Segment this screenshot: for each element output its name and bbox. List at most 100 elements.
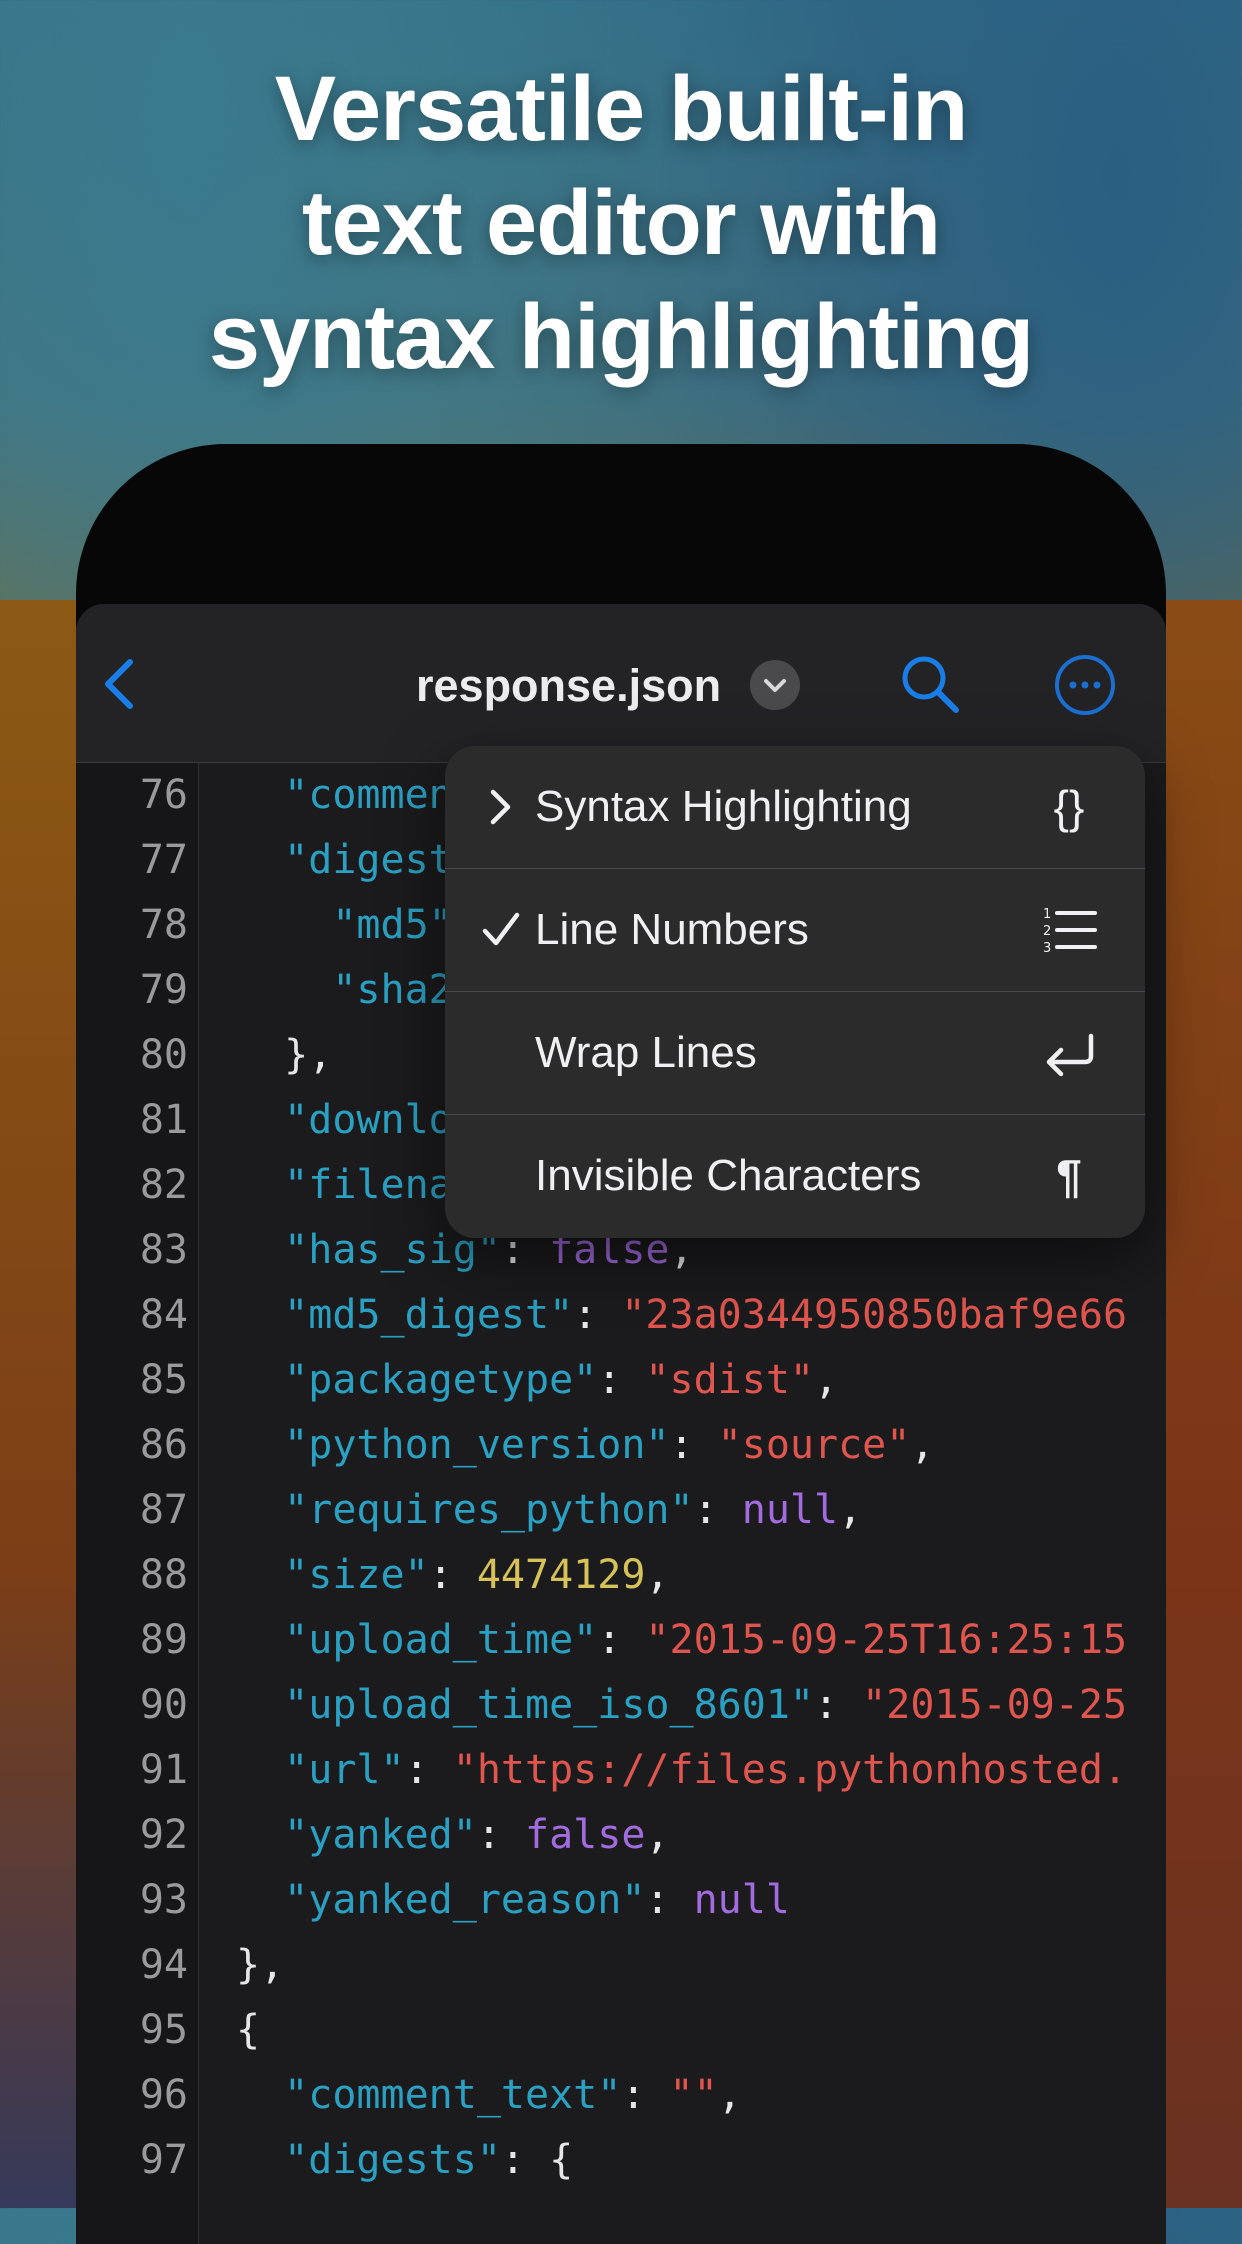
- code-token: 4474129: [476, 1552, 646, 1598]
- code-token: :: [693, 1487, 742, 1533]
- menu-item-invisible-characters[interactable]: Invisible Characters ¶: [445, 1115, 1145, 1237]
- line-number: 89: [139, 1617, 188, 1663]
- menu-item-label: Wrap Lines: [535, 1028, 757, 1077]
- menu-item-syntax-highlighting[interactable]: Syntax Highlighting {}: [445, 746, 1145, 869]
- code-line: 86 "python_version": "source",: [76, 1413, 1166, 1478]
- svg-text:1: 1: [1043, 907, 1051, 922]
- svg-text:3: 3: [1043, 941, 1051, 956]
- return-arrow-icon: [1046, 1033, 1094, 1077]
- line-number: 87: [139, 1487, 188, 1533]
- code-token: ,: [910, 1422, 935, 1468]
- code-line: 92 "yanked": false,: [76, 1803, 1166, 1868]
- editor-options-menu: Syntax Highlighting {} Line Numbers 1 2 …: [445, 746, 1145, 1238]
- code-text: "python_version": "source",: [236, 1413, 934, 1478]
- code-token: ,: [838, 1487, 863, 1533]
- line-number: 79: [139, 967, 188, 1013]
- code-token: null: [693, 1877, 790, 1923]
- curly-braces-icon: {}: [1053, 781, 1085, 833]
- code-token: :: [428, 1552, 477, 1598]
- line-number: 96: [139, 2072, 188, 2118]
- code-line: 88 "size": 4474129,: [76, 1543, 1166, 1608]
- code-text: "packagetype": "sdist",: [236, 1348, 838, 1413]
- code-token: "packagetype": [284, 1357, 598, 1403]
- headline-line-3: syntax highlighting: [208, 286, 1034, 388]
- file-title[interactable]: response.json: [416, 654, 721, 718]
- menu-item-line-numbers[interactable]: Line Numbers 1 2 3: [445, 869, 1145, 992]
- line-number: 84: [139, 1292, 188, 1338]
- code-token: {: [236, 2007, 261, 2053]
- code-token: "upload_time": [284, 1617, 598, 1663]
- code-token: "source": [717, 1422, 911, 1468]
- code-line: 96 "comment_text": "",: [76, 2063, 1166, 2128]
- headline-line-2: text editor with: [301, 172, 941, 274]
- code-line: 85 "packagetype": "sdist",: [76, 1348, 1166, 1413]
- menu-item-wrap-lines[interactable]: Wrap Lines: [445, 992, 1145, 1115]
- list-numbered-icon: 1 2 3: [1043, 907, 1097, 956]
- checkmark-icon: [482, 912, 520, 946]
- code-text: "filenam: [236, 1153, 477, 1218]
- menu-item-label: Invisible Characters: [535, 1151, 922, 1200]
- code-token: "url": [284, 1747, 405, 1793]
- code-text: "yanked_reason": null: [236, 1868, 790, 1933]
- code-token: :: [404, 1747, 453, 1793]
- code-text: "upload_time_iso_8601": "2015-09-25: [236, 1673, 1127, 1738]
- ellipsis-circle-icon[interactable]: [1054, 654, 1116, 716]
- code-line: 97 "digests": {: [76, 2128, 1166, 2193]
- code-text: },: [236, 1023, 332, 1088]
- code-token: "upload_time_iso_8601": [284, 1682, 814, 1728]
- code-token: "yanked_reason": [284, 1877, 646, 1923]
- code-line: 95 {: [76, 1998, 1166, 2063]
- code-text: "url": "https://files.pythonhosted.: [236, 1738, 1127, 1803]
- code-token: :: [476, 1812, 525, 1858]
- code-text: "md5_digest": "23a0344950850baf9e66: [236, 1283, 1127, 1348]
- code-text: "downloa: [236, 1088, 477, 1153]
- code-token: "size": [284, 1552, 429, 1598]
- code-line: 87 "requires_python": null,: [76, 1478, 1166, 1543]
- code-text: "requires_python": null,: [236, 1478, 862, 1543]
- code-line: 89 "upload_time": "2015-09-25T16:25:15: [76, 1608, 1166, 1673]
- code-text: },: [236, 1933, 284, 1998]
- code-token: :: [669, 1422, 718, 1468]
- code-text: "comment: [236, 763, 477, 828]
- magnifying-glass-icon[interactable]: [898, 652, 962, 716]
- code-token: "https://files.pythonhosted.: [452, 1747, 1128, 1793]
- phone-frame: response.json 76 "comment 77 "digests 78 "…: [76, 444, 1166, 2244]
- code-token: ,: [645, 1552, 670, 1598]
- menu-item-label: Syntax Highlighting: [535, 782, 912, 831]
- code-token: ,: [645, 1812, 670, 1858]
- code-token: },: [236, 1942, 285, 1988]
- code-token: :: [621, 2072, 670, 2118]
- code-line: 90 "upload_time_iso_8601": "2015-09-25: [76, 1673, 1166, 1738]
- line-number: 82: [139, 1162, 188, 1208]
- code-text: "digests: [236, 828, 477, 893]
- line-number: 80: [139, 1032, 188, 1078]
- code-token: "yanked": [284, 1812, 477, 1858]
- code-token: :: [597, 1617, 646, 1663]
- chevron-right-icon: [490, 789, 511, 825]
- code-token: : {: [500, 2137, 574, 2183]
- code-token: :: [597, 1357, 646, 1403]
- line-number: 81: [139, 1097, 188, 1143]
- line-number: 88: [139, 1552, 188, 1598]
- chevron-down-circle-icon[interactable]: [750, 660, 800, 710]
- chevron-left-icon[interactable]: [96, 654, 146, 714]
- svg-text:2: 2: [1043, 924, 1051, 939]
- code-token: "python_version": [284, 1422, 670, 1468]
- code-token: "sdist": [645, 1357, 814, 1403]
- code-token: },: [236, 1032, 333, 1078]
- pilcrow-icon: ¶: [1056, 1150, 1082, 1202]
- code-text: {: [236, 1998, 260, 2063]
